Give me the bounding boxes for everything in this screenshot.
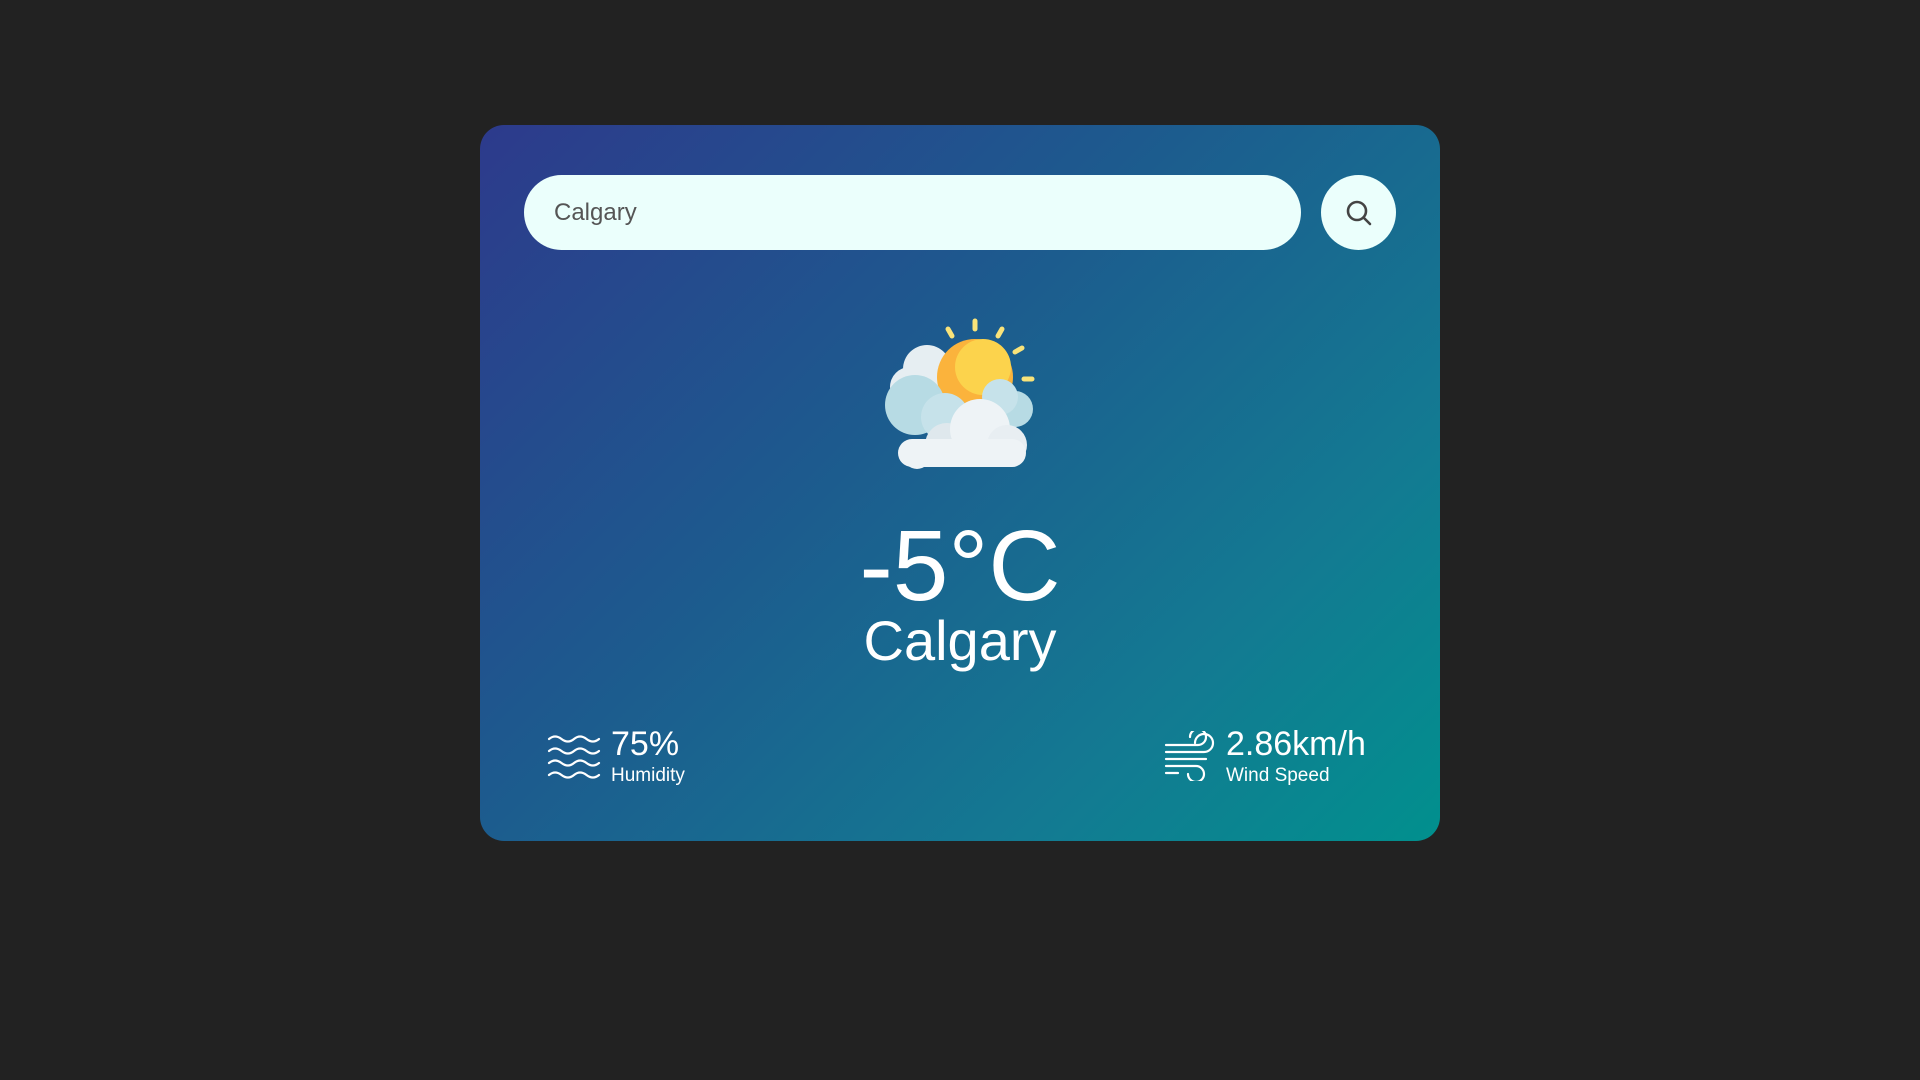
partly-cloudy-sun-icon	[885, 318, 1035, 469]
wind-value: 2.86km/h	[1226, 725, 1366, 763]
search-input[interactable]	[524, 175, 1301, 250]
search-button[interactable]	[1321, 175, 1396, 250]
wind-label: Wind Speed	[1226, 765, 1330, 786]
weather-card: -5°C Calgary 75% Humidity	[480, 125, 1440, 841]
city-name: Calgary	[863, 609, 1057, 672]
temperature: -5°C	[859, 510, 1061, 622]
wind-icon	[1164, 731, 1215, 781]
humidity-detail: 75% Humidity	[547, 725, 685, 787]
humidity-label: Humidity	[611, 765, 685, 786]
search-icon	[1346, 200, 1371, 225]
wind-detail: 2.86km/h Wind Speed	[1164, 725, 1366, 787]
humidity-value: 75%	[611, 725, 680, 763]
humidity-waves-icon	[547, 735, 601, 779]
search-bar	[524, 175, 1396, 250]
